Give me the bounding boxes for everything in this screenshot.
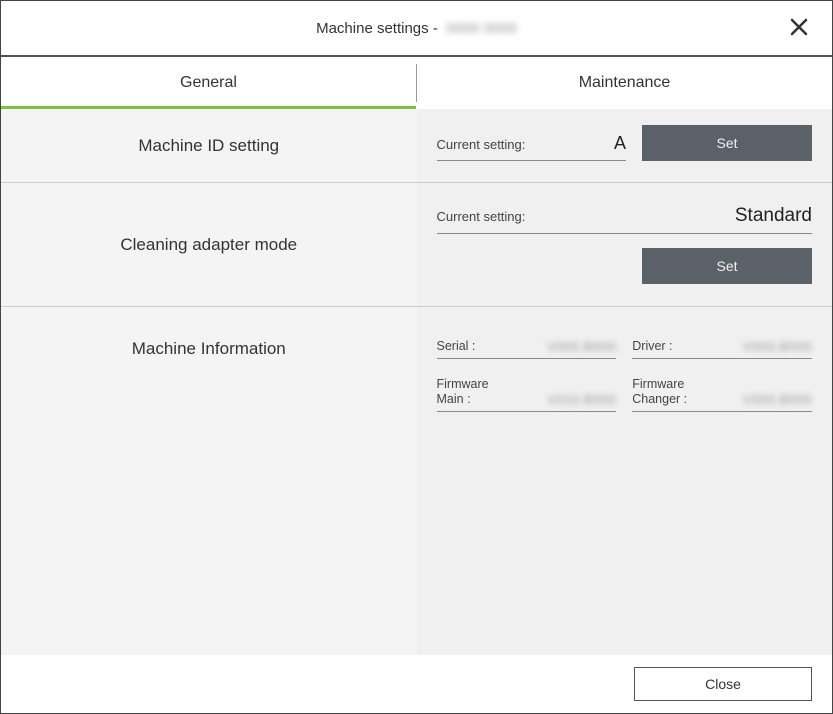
title-suffix: 0000 0000 bbox=[442, 20, 517, 37]
machine-info-body: Serial : V000.B000 Driver : V000.B000 Fi… bbox=[417, 307, 833, 655]
info-firmware-changer: Firmware Changer : V000.B000 bbox=[632, 377, 812, 412]
tab-maintenance-label: Maintenance bbox=[579, 74, 671, 92]
machine-id-current-value: A bbox=[614, 133, 626, 154]
content-area: Machine ID setting Current setting: A Se… bbox=[1, 109, 832, 655]
info-firmware-main: Firmware Main : V010.B000 bbox=[437, 377, 617, 412]
title-bar: Machine settings - 0000 0000 bbox=[1, 1, 832, 57]
window-title: Machine settings - 0000 0000 bbox=[1, 20, 832, 37]
tab-general-label: General bbox=[180, 74, 237, 92]
machine-id-set-button[interactable]: Set bbox=[642, 125, 812, 161]
machine-id-body: Current setting: A Set bbox=[417, 109, 833, 182]
machine-info-grid: Serial : V000.B000 Driver : V000.B000 Fi… bbox=[437, 329, 813, 412]
cleaning-body: Current setting: Standard Set bbox=[417, 183, 833, 306]
cleaning-current-label: Current setting: bbox=[437, 209, 526, 224]
info-firmware-changer-value: V000.B000 bbox=[743, 392, 812, 407]
info-firmware-main-label: Firmware Main : bbox=[437, 377, 489, 407]
row-machine-id: Machine ID setting Current setting: A Se… bbox=[1, 109, 832, 183]
footer: Close bbox=[1, 655, 832, 713]
machine-id-setting-line: Current setting: A Set bbox=[437, 125, 813, 161]
info-firmware-changer-label: Firmware Changer : bbox=[632, 377, 687, 407]
info-serial-value: V000.B000 bbox=[547, 339, 616, 354]
info-driver: Driver : V000.B000 bbox=[632, 329, 812, 359]
info-firmware-main-value: V010.B000 bbox=[547, 392, 616, 407]
row-machine-info: Machine Information Serial : V000.B000 D… bbox=[1, 307, 832, 655]
close-button[interactable]: Close bbox=[634, 667, 812, 701]
info-serial-label: Serial : bbox=[437, 339, 476, 354]
info-driver-value: V000.B000 bbox=[743, 339, 812, 354]
cleaning-current-field: Current setting: Standard bbox=[437, 205, 813, 234]
machine-info-label: Machine Information bbox=[1, 307, 417, 655]
tab-general[interactable]: General bbox=[1, 57, 416, 109]
title-prefix: Machine settings - bbox=[316, 20, 438, 37]
close-button-label: Close bbox=[705, 676, 741, 692]
machine-id-current-label: Current setting: bbox=[437, 137, 526, 152]
machine-id-label: Machine ID setting bbox=[1, 109, 417, 182]
tab-bar: General Maintenance bbox=[1, 57, 832, 109]
cleaning-current-value: Standard bbox=[735, 205, 812, 227]
machine-id-current-field: Current setting: A bbox=[437, 133, 627, 161]
cleaning-set-label: Set bbox=[716, 258, 737, 274]
info-serial: Serial : V000.B000 bbox=[437, 329, 617, 359]
close-icon[interactable] bbox=[782, 13, 816, 45]
tab-maintenance[interactable]: Maintenance bbox=[417, 57, 832, 109]
cleaning-set-button[interactable]: Set bbox=[642, 248, 812, 284]
info-driver-label: Driver : bbox=[632, 339, 672, 354]
cleaning-label: Cleaning adapter mode bbox=[1, 183, 417, 306]
machine-id-set-label: Set bbox=[716, 135, 737, 151]
row-cleaning-adapter: Cleaning adapter mode Current setting: S… bbox=[1, 183, 832, 307]
